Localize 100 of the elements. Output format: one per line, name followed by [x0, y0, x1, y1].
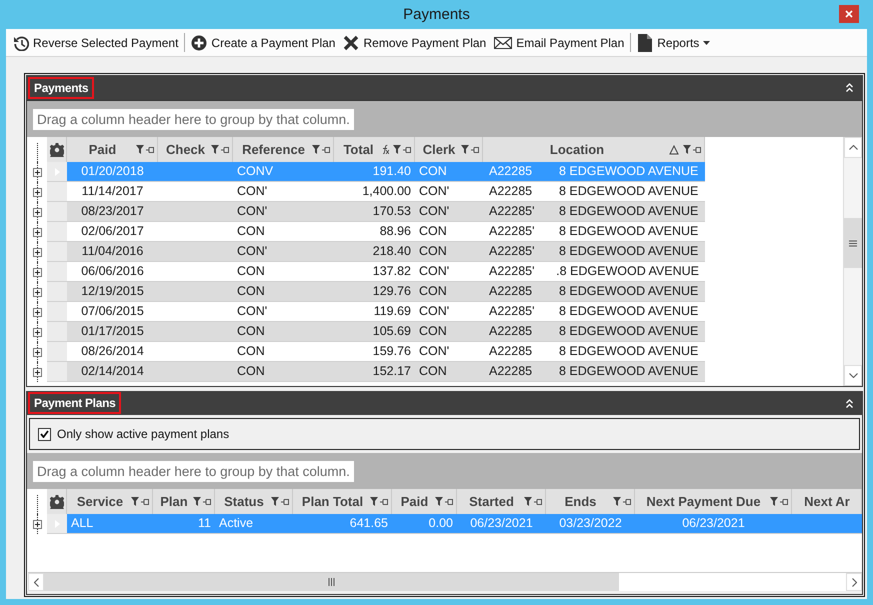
table-cell-text: CON' [236, 183, 268, 200]
table-cell-text: ALL [70, 515, 94, 532]
table-row[interactable]: 01/17/2015 CON 105.69 CON A22285 8 EDGEWOOD AVENUE [67, 322, 705, 342]
table-cell-text: 8 EDGEWOOD AVENUE [559, 343, 698, 360]
expand-icon[interactable] [33, 208, 42, 217]
toolbar-button[interactable]: Reverse Selected Payment [9, 30, 182, 54]
pin-icon [380, 498, 388, 504]
column-header[interactable]: Plan [153, 489, 215, 514]
column-header[interactable]: Check [158, 137, 233, 162]
expand-icon[interactable] [33, 520, 42, 529]
column-header[interactable]: Ends [546, 489, 635, 514]
expand-icon[interactable] [33, 168, 42, 177]
table-row[interactable]: 11/04/2016 CON' 218.40 CON A22285' 8 EDGEWOOD AVENUE [67, 242, 705, 262]
table-cell-text: 01/20/2018 [80, 163, 145, 180]
expand-icon[interactable] [33, 308, 42, 317]
x-icon [343, 34, 360, 50]
envelope-icon [494, 34, 512, 50]
collapse-icon[interactable] [846, 398, 853, 408]
table-cell-text: A22285' [489, 303, 536, 320]
toolbar-button[interactable]: Reports [633, 30, 714, 54]
table-cell-text: 08/26/2014 [80, 343, 145, 360]
document-icon [637, 34, 654, 52]
table-cell-text: A22285 [489, 283, 534, 300]
column-header[interactable]: Total [334, 137, 415, 162]
table-row[interactable]: 02/14/2014 CON 152.17 CON A22285 8 EDGEWOOD AVENUE [67, 362, 705, 382]
column-header[interactable]: Service [67, 489, 153, 514]
gear-icon [50, 142, 64, 156]
table-row[interactable]: 12/19/2015 CON 129.76 CON A22285 8 EDGEWOOD AVENUE [67, 282, 705, 302]
pin-icon [471, 146, 479, 152]
table-cell-text: CON [418, 363, 448, 380]
toolbar-button[interactable]: Create a Payment Plan [187, 30, 340, 54]
expand-icon[interactable] [33, 348, 42, 357]
table-cell-text: 8 EDGEWOOD AVENUE [559, 363, 698, 380]
table-cell-text: 88.96 [378, 223, 412, 240]
table-cell-text: 8 EDGEWOOD AVENUE [559, 323, 698, 340]
table-cell-text: 641.65 [348, 515, 389, 532]
expand-icon[interactable] [33, 188, 42, 197]
column-header[interactable]: Next Ar [792, 489, 862, 514]
pin-icon [693, 146, 701, 152]
table-cell-text: CON [418, 223, 448, 240]
table-cell-text: CONV [236, 163, 274, 180]
vertical-scrollbar[interactable] [843, 137, 862, 386]
column-header[interactable]: Next Payment Due [635, 489, 792, 514]
table-cell-text: 105.69 [372, 323, 412, 340]
column-header[interactable]: Status [215, 489, 293, 514]
expand-icon[interactable] [33, 328, 42, 337]
table-cell-text: 191.40 [372, 163, 412, 180]
table-cell-text: CON [236, 323, 266, 340]
pin-icon [141, 498, 149, 504]
panel-title: Payment Plans [28, 392, 122, 414]
table-cell-text: CON' [418, 203, 450, 220]
table-cell-text: 1,400.00 [361, 183, 412, 200]
table-cell-text: CON [236, 363, 266, 380]
checkbox[interactable] [38, 428, 51, 440]
expand-icon[interactable] [33, 288, 42, 297]
expand-icon[interactable] [33, 368, 42, 377]
table-cell-text: CON [236, 283, 266, 300]
column-chooser[interactable] [47, 137, 67, 162]
checkbox-label: Only show active payment plans [57, 427, 230, 441]
expand-icon[interactable] [33, 268, 42, 277]
pin-icon [322, 146, 330, 152]
table-cell-text: CON' [236, 203, 268, 220]
pin-icon [623, 498, 631, 504]
table-cell-text: 0.00 [428, 515, 454, 532]
collapse-icon[interactable] [846, 83, 853, 92]
table-cell-text: A22285 [489, 183, 534, 200]
scroll-thumb[interactable] [44, 573, 619, 591]
toolbar-button[interactable]: Email Payment Plan [490, 30, 628, 54]
table-cell-text: 06/23/2021 [681, 515, 746, 532]
table-cell-text: 8 EDGEWOOD AVENUE [559, 203, 698, 220]
column-header[interactable]: Reference [233, 137, 334, 162]
close-button[interactable] [839, 5, 859, 23]
table-cell-text: 08/23/2017 [80, 203, 145, 220]
table-cell-text: A22285' [489, 243, 536, 260]
table-cell-text: CON' [236, 303, 268, 320]
table-cell-text: Active [218, 515, 254, 532]
expand-icon[interactable] [33, 248, 42, 257]
column-header[interactable]: Paid [67, 137, 158, 162]
column-header[interactable]: Location [483, 137, 705, 162]
column-header[interactable]: Paid [392, 489, 457, 514]
table-cell-text: CON [418, 163, 448, 180]
table-cell-text: 119.69 [372, 303, 412, 320]
scroll-thumb[interactable] [844, 218, 862, 268]
table-cell-text: 170.53 [372, 203, 412, 220]
toolbar-button[interactable]: Remove Payment Plan [339, 30, 490, 54]
table-row[interactable]: 08/23/2017 CON' 170.53 CON' A22285' 8 EDGEWOOD AVENUE [67, 202, 705, 222]
expand-icon[interactable] [33, 228, 42, 237]
column-header[interactable]: Started [457, 489, 546, 514]
history-icon [13, 34, 29, 50]
table-cell-text: 8 EDGEWOOD AVENUE [559, 243, 698, 260]
column-header[interactable]: Clerk [415, 137, 483, 162]
table-cell-text: 11/14/2017 [80, 183, 144, 200]
column-chooser[interactable] [47, 489, 67, 514]
horizontal-scrollbar[interactable] [28, 572, 862, 591]
check-icon [40, 430, 49, 438]
column-header[interactable]: Plan Total [293, 489, 392, 514]
grip-icon [849, 240, 857, 246]
table-cell-text: 218.40 [372, 243, 412, 260]
table-cell-text: 02/06/2017 [80, 223, 145, 240]
pin-icon [203, 498, 211, 504]
